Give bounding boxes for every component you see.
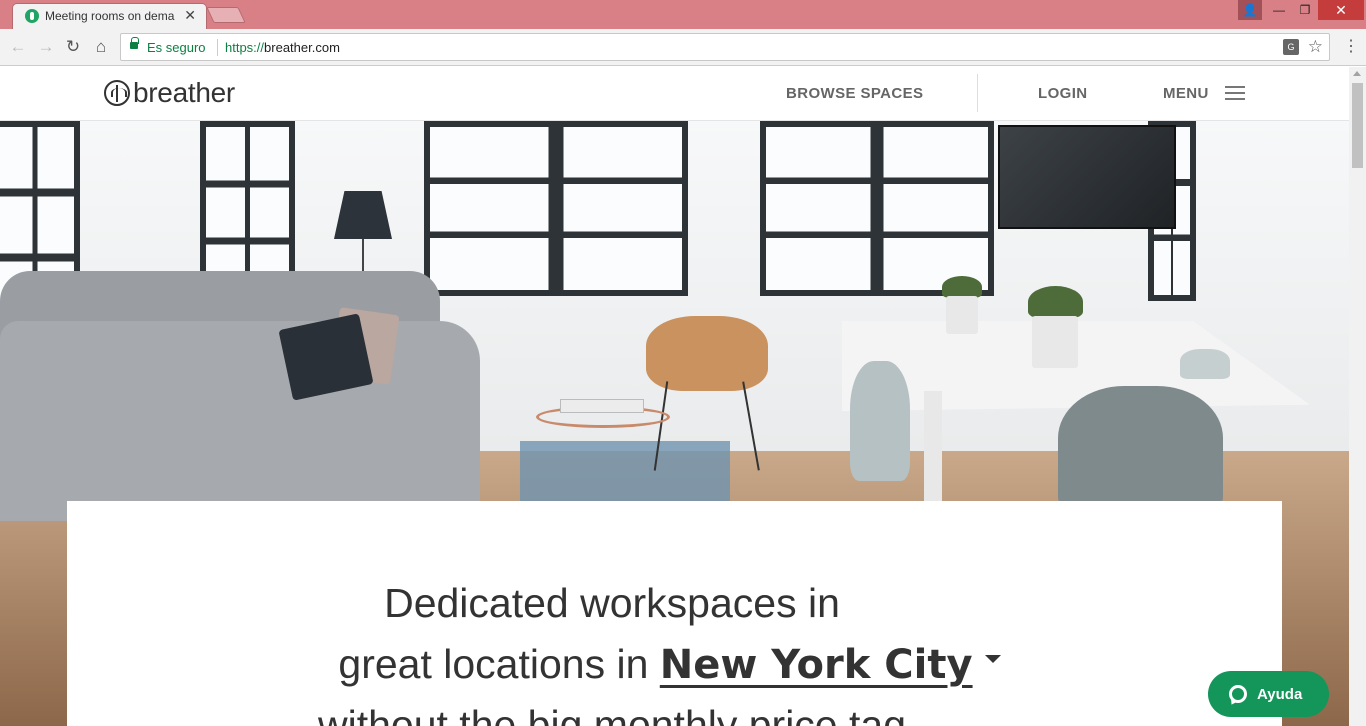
hero-dining-chair [1058, 386, 1223, 516]
hero-plant [1028, 286, 1083, 318]
hero-plant-pot [946, 296, 978, 334]
profile-icon[interactable]: 👤 [1238, 0, 1262, 20]
hero-tv [998, 125, 1176, 229]
hero-books [560, 399, 644, 413]
site-header: breather BROWSE SPACES LOGIN MENU [0, 67, 1349, 121]
hero-headline-line1: Dedicated workspaces in [384, 580, 840, 626]
help-label: Ayuda [1257, 685, 1303, 703]
bookmark-star-icon[interactable]: ☆ [1308, 37, 1323, 57]
url-scheme: https:// [225, 40, 265, 55]
reload-icon[interactable]: ↻ [63, 37, 83, 57]
browse-spaces-link[interactable]: BROWSE SPACES [786, 85, 923, 102]
minimize-button[interactable]: — [1266, 0, 1292, 20]
city-selector[interactable]: New York City [660, 642, 973, 688]
hero-headline-line2: great locations in New York City [67, 641, 1282, 688]
forward-icon[interactable]: → [36, 37, 56, 57]
tab-close-icon[interactable]: ✕ [184, 7, 196, 24]
logo-text: breather [133, 77, 235, 108]
hero-window [760, 121, 994, 296]
new-tab-button[interactable] [206, 7, 246, 23]
browser-tab-strip: Meeting rooms on dema ✕ 👤 — ❐ ✕ [0, 0, 1366, 29]
hamburger-menu-icon[interactable] [1225, 86, 1245, 100]
menu-link[interactable]: MENU [1163, 85, 1209, 102]
url-text[interactable]: https://breather.com [225, 40, 340, 55]
tree-logo-icon [104, 80, 130, 106]
hero-chair [646, 316, 768, 391]
web-page: breather BROWSE SPACES LOGIN MENU Dedica… [0, 67, 1349, 726]
back-icon[interactable]: ← [8, 37, 28, 57]
browser-tab-active[interactable]: Meeting rooms on dema ✕ [12, 3, 207, 29]
browser-toolbar: ← → ↻ ⌂ Es seguro https://breather.com G… [0, 29, 1366, 66]
tab-title: Meeting rooms on dema [45, 9, 175, 23]
home-icon[interactable]: ⌂ [91, 37, 111, 57]
translate-icon[interactable]: G [1283, 39, 1299, 55]
hero-headline-prefix: great locations in [338, 641, 660, 687]
maximize-button[interactable]: ❐ [1292, 0, 1318, 20]
site-favicon-icon [25, 9, 39, 23]
security-label[interactable]: Es seguro [147, 40, 206, 55]
hero-dining-chair [1180, 349, 1230, 379]
hero-dining-chair [850, 361, 910, 481]
hero-table-leg [924, 391, 942, 511]
nav-divider [977, 74, 978, 112]
city-dropdown-caret-icon[interactable] [984, 655, 1001, 664]
omnibox-divider [217, 39, 218, 56]
help-chat-button[interactable]: Ayuda [1208, 671, 1329, 717]
scroll-up-arrow-icon[interactable] [1353, 71, 1361, 76]
page-scrollbar[interactable] [1349, 67, 1366, 726]
hero-sofa [0, 321, 480, 521]
login-link[interactable]: LOGIN [1038, 85, 1088, 102]
hero-headline-line3: without the big monthly price tag [318, 702, 906, 726]
breather-logo[interactable]: breather [104, 77, 235, 109]
hero-plant [942, 276, 982, 298]
url-host: breather.com [264, 40, 340, 55]
lock-icon[interactable] [130, 37, 139, 49]
chat-bubble-icon [1229, 685, 1247, 703]
hero-window [424, 121, 688, 296]
hero-card: Dedicated workspaces in great locations … [67, 501, 1282, 726]
hero-plant-pot [1032, 316, 1078, 368]
scrollbar-thumb[interactable] [1352, 83, 1363, 168]
address-bar[interactable]: Es seguro https://breather.com G ☆ [120, 33, 1330, 61]
close-window-button[interactable]: ✕ [1318, 0, 1364, 20]
browser-menu-icon[interactable]: ⋮ [1343, 37, 1359, 57]
